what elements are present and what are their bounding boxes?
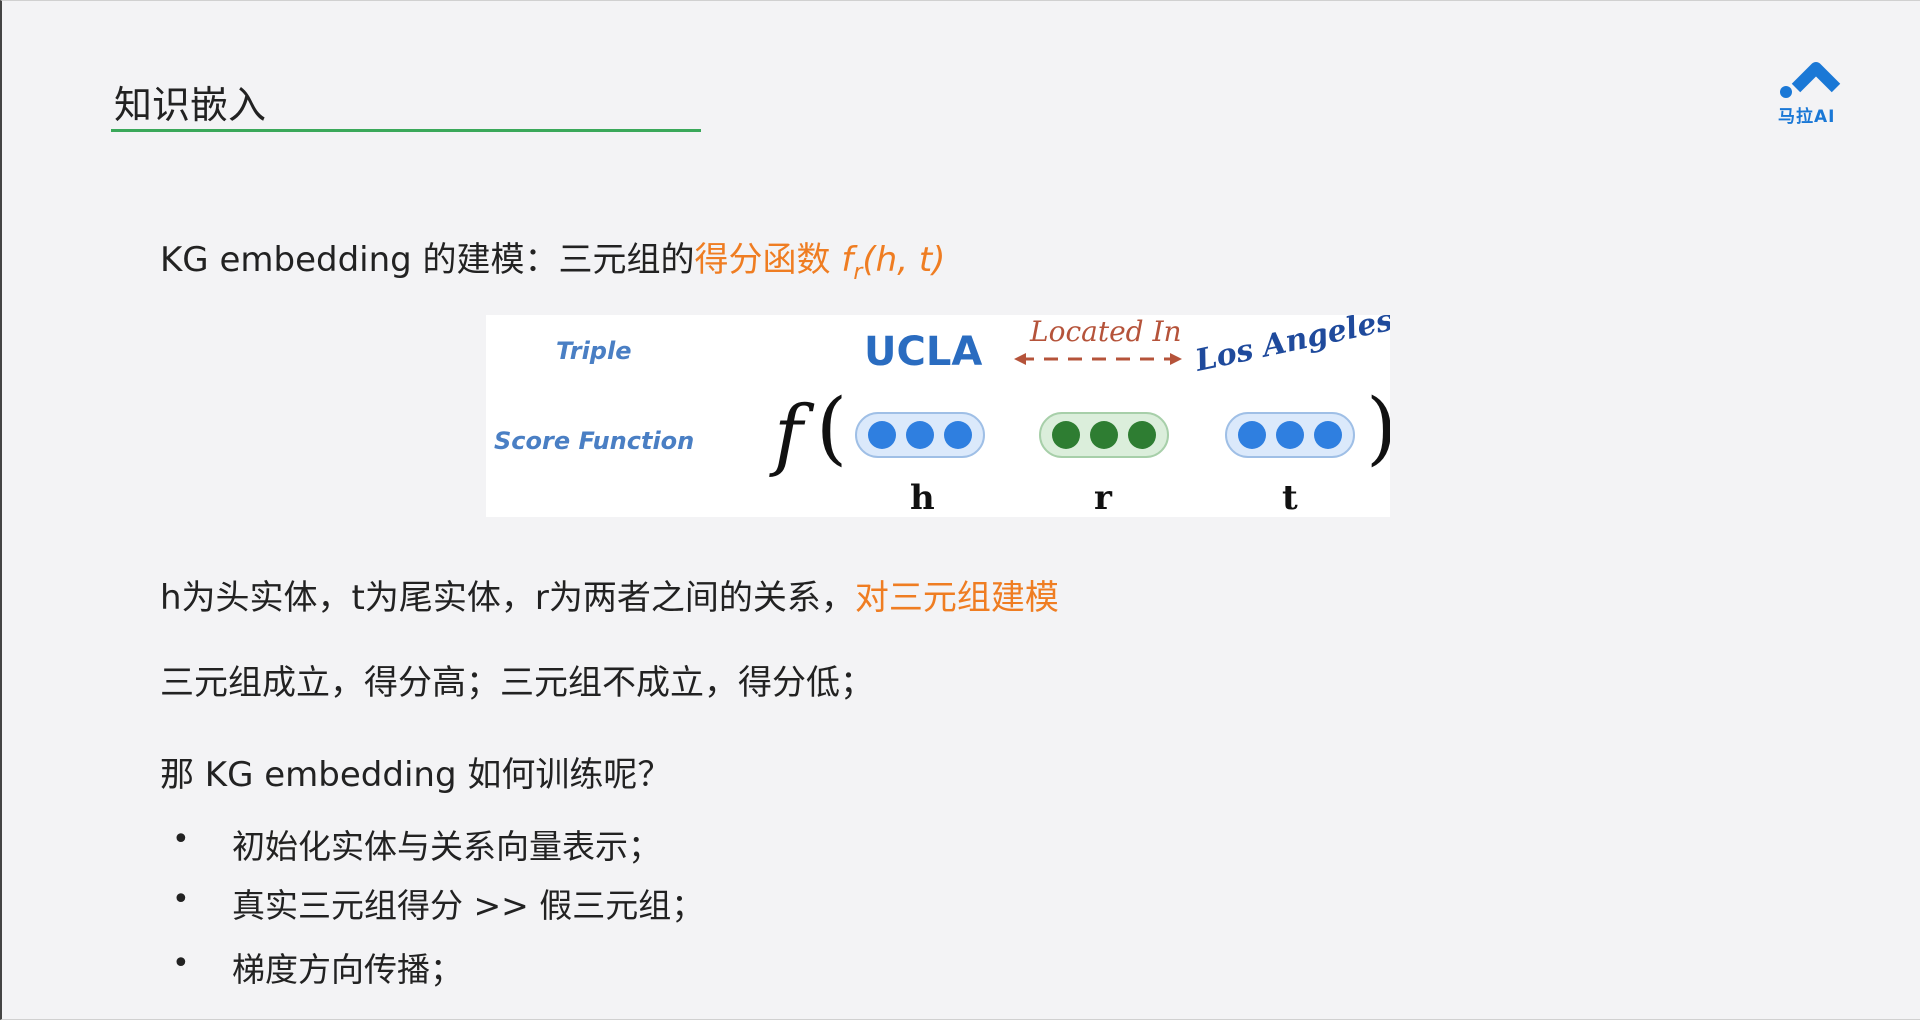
entity-relation-highlight: 对三元组建模	[854, 578, 1059, 618]
fig-h-dot	[868, 421, 896, 449]
fig-arrow-right-icon	[1170, 353, 1182, 365]
figure-svg: Triple Score Function UCLA Located In Lo…	[494, 303, 1397, 518]
fig-h-dot	[906, 421, 934, 449]
brand-logo-text: 马拉AI	[1778, 107, 1836, 127]
formula-f: f	[841, 240, 854, 280]
fig-t-dot	[1276, 421, 1304, 449]
bullet-item-2: 真实三元组得分 >> 假三元组；	[232, 886, 705, 925]
title-underline	[111, 129, 701, 132]
fig-r-label: r	[1094, 478, 1113, 517]
fig-close-paren: )	[1366, 381, 1390, 474]
entity-relation-line: h为头实体，t为尾实体，r为两者之间的关系，对三元组建模	[160, 570, 1059, 619]
slide-title: 知识嵌入	[114, 83, 267, 127]
fig-t-dot	[1314, 421, 1342, 449]
fig-t-label: t	[1282, 478, 1298, 517]
fig-head-entity: UCLA	[864, 329, 982, 375]
triple-score-figure: Triple Score Function UCLA Located In Lo…	[486, 303, 1397, 518]
fig-t-dot	[1238, 421, 1266, 449]
fig-triple-label: Triple	[556, 337, 631, 365]
bullet-dot: •	[172, 882, 190, 917]
score-rule-line: 三元组成立，得分高；三元组不成立，得分低；	[160, 663, 874, 703]
training-question-line: 那 KG embedding 如何训练呢？	[160, 755, 672, 795]
fig-relation: Located In	[1029, 315, 1182, 348]
fig-h-dot	[944, 421, 972, 449]
fig-r-dot	[1128, 421, 1156, 449]
bullet-dot: •	[172, 822, 190, 857]
entity-relation-prefix: h为头实体，t为尾实体，r为两者之间的关系，	[160, 578, 855, 618]
bullet-item-1: 初始化实体与关系向量表示；	[232, 827, 661, 866]
fig-func-symbol: f	[769, 390, 815, 480]
formula-args: (h, t)	[862, 240, 946, 280]
fig-tail-entity: Los Angeles	[1191, 315, 1390, 379]
fig-open-paren: (	[816, 381, 847, 474]
scoring-highlight: 得分函数	[694, 240, 831, 280]
fig-score-label: Score Function	[494, 427, 694, 455]
bullet-item-3: 梯度方向传播；	[232, 950, 463, 989]
fig-r-dot	[1052, 421, 1080, 449]
fig-arrow-left-icon	[1014, 353, 1026, 365]
bullet-dot: •	[172, 946, 190, 981]
scoring-line: KG embedding 的建模：三元组的得分函数 fr(h, t)	[160, 232, 945, 285]
fig-h-label: h	[910, 478, 935, 517]
fig-r-dot	[1090, 421, 1118, 449]
scoring-line-prefix: KG embedding 的建模：三元组的	[160, 240, 695, 280]
score-formula: fr(h, t)	[841, 240, 946, 285]
